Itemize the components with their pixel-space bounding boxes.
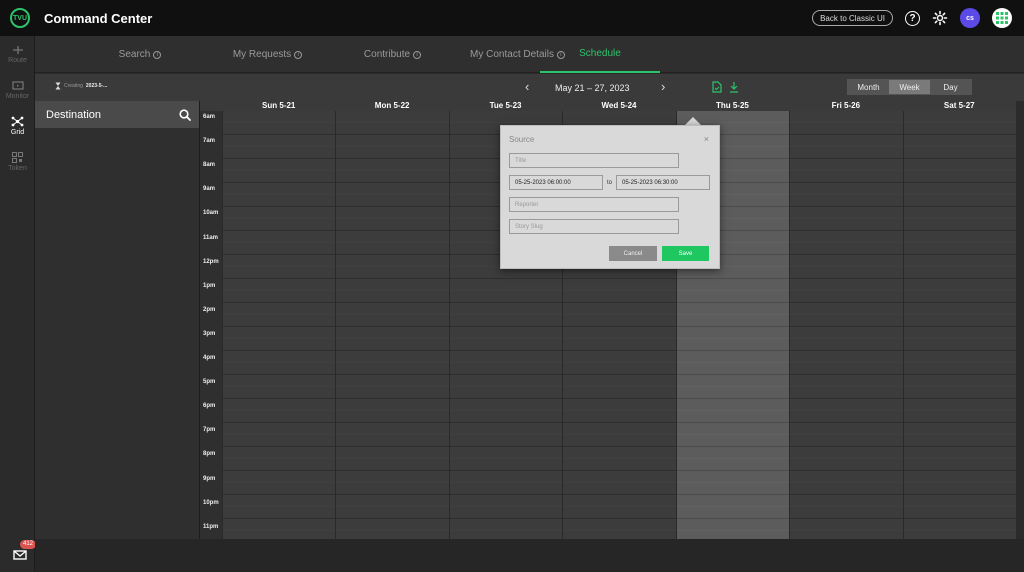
info-icon: i — [413, 50, 422, 59]
reporter-field[interactable]: Reporter — [509, 197, 679, 212]
creating-label: Creating — [64, 83, 83, 89]
mail-count-badge: 412 — [20, 540, 37, 549]
hour-label: 10pm — [203, 499, 219, 506]
info-icon: i — [153, 50, 162, 59]
hour-label: 11am — [203, 234, 219, 241]
search-icon[interactable] — [179, 108, 191, 121]
tab-schedule[interactable]: Schedule — [540, 36, 660, 73]
rail-label: Grid — [10, 129, 25, 136]
to-label: to — [607, 180, 613, 186]
rail-item-grid[interactable]: Grid — [0, 108, 35, 144]
hour-label: 11pm — [203, 523, 219, 530]
hour-label: 6pm — [203, 403, 216, 410]
view-week-button[interactable]: Week — [889, 80, 930, 94]
user-avatar[interactable]: cs — [960, 8, 980, 28]
tab-search[interactable]: Search i — [75, 36, 205, 73]
title-field[interactable]: Title — [509, 153, 679, 168]
tab-my-requests[interactable]: My Requests i — [205, 36, 330, 73]
hour-label: 8pm — [203, 451, 216, 458]
tab-label: My Requests — [232, 49, 292, 60]
grid-network-icon — [11, 116, 24, 127]
creating-value: 2023-5-... — [85, 83, 108, 89]
story-slug-field[interactable]: Story Slug — [509, 219, 679, 234]
main-tabs: Search i My Requests i Contribute i My Cont… — [35, 36, 1024, 73]
rail-label: Route — [8, 56, 27, 64]
hour-label: 12pm — [203, 258, 219, 265]
create-event-popup: Source × Title 05-25-2023 06:00:00 to 05… — [500, 125, 720, 269]
download-icon[interactable] — [729, 81, 739, 93]
app-root: TVU Command Center Back to Classic UI ? … — [0, 0, 1024, 572]
rail-label: Token — [8, 165, 27, 172]
save-button[interactable]: Save — [662, 246, 709, 261]
hour-label: 5pm — [203, 379, 216, 386]
destination-panel: Destination — [35, 101, 200, 539]
apps-grid-icon[interactable] — [992, 8, 1012, 28]
gear-icon[interactable] — [932, 10, 948, 26]
hour-label: 4pm — [203, 355, 216, 361]
tvu-logo[interactable]: TVU — [10, 8, 30, 28]
close-icon[interactable]: × — [704, 134, 709, 144]
info-icon: i — [294, 50, 303, 59]
hour-label: 9pm — [203, 475, 216, 482]
back-to-classic-button[interactable]: Back to Classic UI — [812, 10, 893, 26]
rail-item-monitor[interactable]: Monitor — [0, 72, 35, 108]
hour-label: 9am — [203, 186, 216, 193]
day-header[interactable]: Thu 5-25 — [676, 101, 789, 111]
view-day-button[interactable]: Day — [930, 80, 971, 94]
qr-token-icon — [12, 152, 23, 163]
day-header[interactable]: Sun 5-21 — [222, 101, 335, 111]
app-title: Command Center — [44, 10, 153, 26]
view-month-button[interactable]: Month — [848, 80, 889, 94]
hour-label: 6am — [203, 114, 216, 120]
hour-label: 3pm — [203, 330, 216, 337]
top-bar: TVU Command Center Back to Classic UI ? … — [0, 0, 1024, 36]
day-column[interactable] — [902, 111, 1016, 539]
tab-label: Schedule — [579, 48, 621, 59]
date-range: May 21 – 27, 2023 — [555, 83, 630, 93]
topbar-actions: Back to Classic UI ? cs — [812, 0, 1012, 36]
hour-label: 2pm — [203, 306, 216, 313]
destination-header: Destination — [35, 101, 199, 128]
rail-label: Monitor — [5, 92, 30, 100]
export-file-icon[interactable] — [712, 81, 722, 93]
cancel-button[interactable]: Cancel — [609, 246, 657, 261]
hour-label: 1pm — [203, 282, 216, 289]
view-switcher: Month Week Day — [847, 79, 972, 95]
hour-label: 10am — [203, 210, 219, 217]
hour-label: 7am — [203, 138, 216, 145]
hourglass-icon — [55, 82, 61, 90]
day-column[interactable] — [222, 111, 336, 539]
day-header[interactable]: Tue 5-23 — [449, 101, 562, 111]
tab-contribute[interactable]: Contribute i — [330, 36, 455, 73]
creating-status: Creating 2023-5-... — [55, 82, 107, 90]
start-time-field[interactable]: 05-25-2023 06:00:00 — [509, 175, 603, 190]
mail-icon[interactable] — [13, 548, 27, 562]
route-icon — [12, 45, 23, 54]
rail-item-token[interactable]: Token — [0, 144, 35, 180]
day-header[interactable]: Mon 5-22 — [335, 101, 448, 111]
time-column: 6am 7am 8am 9am 10am 11am 12pm 1pm 2pm 3pm 4pm 5pm 6… — [200, 111, 222, 539]
footer-strip — [35, 539, 1024, 572]
monitor-icon — [11, 80, 24, 90]
left-rail: Route Monitor Grid Token — [0, 36, 35, 572]
day-column[interactable] — [335, 111, 449, 539]
next-week-button[interactable]: › — [661, 79, 665, 94]
hour-label: 8am — [203, 162, 216, 169]
day-header[interactable]: Sat 5-27 — [903, 101, 1016, 111]
tab-label: Search — [118, 49, 151, 60]
popup-title: Source — [509, 135, 535, 144]
day-header[interactable]: Fri 5-26 — [789, 101, 902, 111]
prev-week-button[interactable]: ‹ — [525, 79, 529, 94]
day-header[interactable]: Wed 5-24 — [562, 101, 675, 111]
schedule-toolbar: Creating 2023-5-... ‹ May 21 – 27, 2023 … — [35, 74, 1024, 101]
tab-label: Contribute — [363, 49, 411, 60]
help-icon[interactable]: ? — [905, 10, 920, 26]
destination-title: Destination — [46, 108, 102, 121]
rail-item-route[interactable]: Route — [0, 36, 35, 72]
hour-label: 7pm — [203, 427, 216, 434]
day-column[interactable] — [789, 111, 903, 539]
end-time-field[interactable]: 05-25-2023 06:30:00 — [616, 175, 710, 190]
